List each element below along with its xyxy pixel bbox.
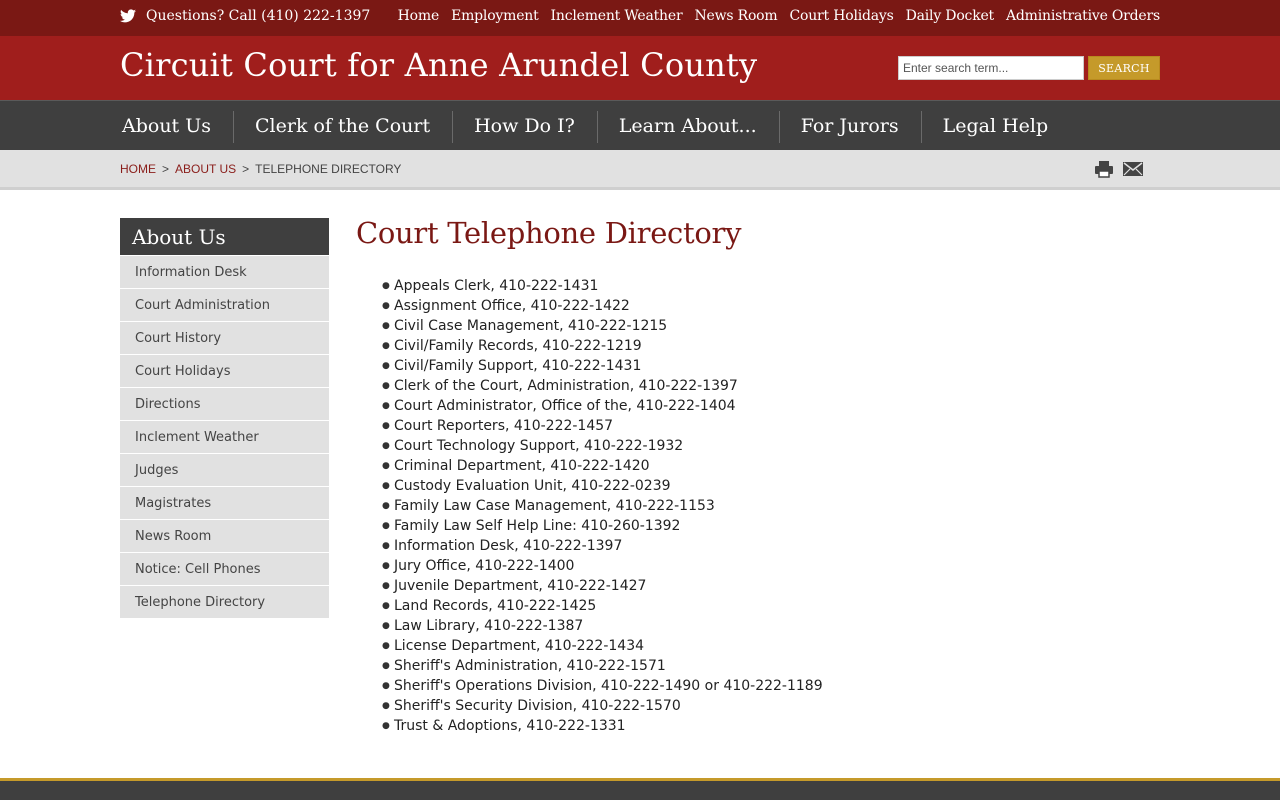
breadcrumb-about-us[interactable]: ABOUT US (175, 162, 236, 176)
main-nav: About Us Clerk of the Court How Do I? Le… (0, 100, 1280, 150)
sidebar-item-judges[interactable]: Judges (120, 453, 329, 486)
sidebar-item-directions[interactable]: Directions (120, 387, 329, 420)
list-item: Trust & Adoptions, 410-222-1331 (382, 716, 1156, 736)
search-input[interactable] (898, 56, 1084, 80)
list-item: License Department, 410-222-1434 (382, 636, 1156, 656)
breadcrumb-bar: HOME > ABOUT US > TELEPHONE DIRECTORY (0, 150, 1280, 190)
list-item: Land Records, 410-222-1425 (382, 596, 1156, 616)
nav-for-jurors[interactable]: For Jurors (778, 101, 921, 151)
print-icon[interactable] (1094, 160, 1114, 178)
sidebar: About Us Information Desk Court Administ… (120, 218, 329, 618)
list-item: Court Reporters, 410-222-1457 (382, 416, 1156, 436)
list-item: Family Law Case Management, 410-222-1153 (382, 496, 1156, 516)
main-content: Court Telephone Directory Appeals Clerk,… (356, 216, 1156, 736)
nav-learn-about[interactable]: Learn About... (596, 101, 779, 151)
sidebar-item-magistrates[interactable]: Magistrates (120, 486, 329, 519)
nav-clerk-of-the-court[interactable]: Clerk of the Court (233, 101, 452, 151)
top-link-news-room[interactable]: News Room (694, 8, 777, 24)
phone-text: Questions? Call (410) 222-1397 (146, 8, 371, 24)
list-item: Appeals Clerk, 410-222-1431 (382, 276, 1156, 296)
list-item: Sheriff's Administration, 410-222-1571 (382, 656, 1156, 676)
breadcrumb-separator: > (242, 162, 250, 176)
list-item: Family Law Self Help Line: 410-260-1392 (382, 516, 1156, 536)
list-item: Court Technology Support, 410-222-1932 (382, 436, 1156, 456)
list-item: Jury Office, 410-222-1400 (382, 556, 1156, 576)
twitter-icon[interactable] (120, 9, 136, 23)
list-item: Court Administrator, Office of the, 410-… (382, 396, 1156, 416)
nav-how-do-i[interactable]: How Do I? (452, 101, 597, 151)
page-title: Court Telephone Directory (356, 216, 742, 250)
search-button[interactable]: SEARCH (1088, 56, 1160, 80)
sidebar-heading[interactable]: About Us (120, 218, 329, 255)
sidebar-item-notice-cell-phones[interactable]: Notice: Cell Phones (120, 552, 329, 585)
top-link-court-holidays[interactable]: Court Holidays (789, 8, 893, 24)
sidebar-item-inclement-weather[interactable]: Inclement Weather (120, 420, 329, 453)
top-link-home[interactable]: Home (398, 8, 440, 24)
list-item: Law Library, 410-222-1387 (382, 616, 1156, 636)
nav-legal-help[interactable]: Legal Help (920, 101, 1071, 151)
sidebar-item-court-holidays[interactable]: Court Holidays (120, 354, 329, 387)
list-item: Civil/Family Support, 410-222-1431 (382, 356, 1156, 376)
email-icon[interactable] (1122, 160, 1143, 178)
breadcrumb-home[interactable]: HOME (120, 162, 156, 176)
sidebar-item-court-administration[interactable]: Court Administration (120, 288, 329, 321)
list-item: Sheriff's Security Division, 410-222-157… (382, 696, 1156, 716)
list-item: Juvenile Department, 410-222-1427 (382, 576, 1156, 596)
top-bar: Questions? Call (410) 222-1397 Home Empl… (0, 0, 1280, 36)
list-item: Criminal Department, 410-222-1420 (382, 456, 1156, 476)
sidebar-item-telephone-directory[interactable]: Telephone Directory (120, 585, 329, 618)
list-item: Civil Case Management, 410-222-1215 (382, 316, 1156, 336)
list-item: Civil/Family Records, 410-222-1219 (382, 336, 1156, 356)
list-item: Clerk of the Court, Administration, 410-… (382, 376, 1156, 396)
list-item: Custody Evaluation Unit, 410-222-0239 (382, 476, 1156, 496)
nav-about-us[interactable]: About Us (100, 101, 233, 151)
phone-contact: Questions? Call (410) 222-1397 (120, 8, 370, 24)
breadcrumb: HOME > ABOUT US > TELEPHONE DIRECTORY (120, 162, 401, 176)
footer (0, 781, 1280, 800)
utility-links: Home Employment Inclement Weather News R… (398, 8, 1161, 24)
list-item: Sheriff's Operations Division, 410-222-1… (382, 676, 1156, 696)
top-link-daily-docket[interactable]: Daily Docket (906, 8, 995, 24)
sidebar-item-information-desk[interactable]: Information Desk (120, 255, 329, 288)
directory-list: Appeals Clerk, 410-222-1431 Assignment O… (356, 276, 1156, 736)
sidebar-item-court-history[interactable]: Court History (120, 321, 329, 354)
site-title[interactable]: Circuit Court for Anne Arundel County (120, 46, 757, 84)
page-tools (1094, 160, 1143, 178)
list-item: Assignment Office, 410-222-1422 (382, 296, 1156, 316)
top-link-administrative-orders[interactable]: Administrative Orders (1006, 8, 1160, 24)
top-link-employment[interactable]: Employment (451, 8, 539, 24)
breadcrumb-current: TELEPHONE DIRECTORY (255, 162, 402, 176)
list-item: Information Desk, 410-222-1397 (382, 536, 1156, 556)
site-header: Circuit Court for Anne Arundel County SE… (0, 36, 1280, 100)
breadcrumb-separator: > (162, 162, 170, 176)
sidebar-item-news-room[interactable]: News Room (120, 519, 329, 552)
top-link-inclement-weather[interactable]: Inclement Weather (551, 8, 683, 24)
